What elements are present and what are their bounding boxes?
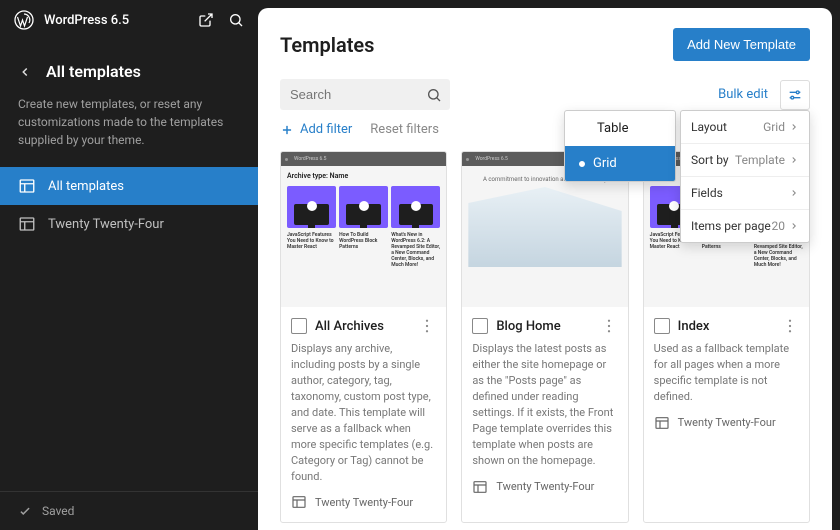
panel-row-layout[interactable]: Layout Grid bbox=[681, 111, 809, 144]
card-description: Used as a fallback template for all page… bbox=[644, 341, 809, 415]
sliders-icon bbox=[787, 87, 803, 103]
bulk-edit-button[interactable]: Bulk edit bbox=[718, 87, 768, 102]
plus-icon bbox=[280, 123, 294, 137]
card-checkbox[interactable] bbox=[291, 318, 307, 334]
template-card-all-archives[interactable]: WordPress 6.5 Archive type: Name JavaScr… bbox=[280, 151, 447, 523]
card-theme: Twenty Twenty-Four bbox=[462, 479, 627, 507]
main-panel: Templates Add New Template Bulk edit Add… bbox=[258, 8, 832, 530]
add-new-template-button[interactable]: Add New Template bbox=[673, 28, 810, 61]
layout-icon bbox=[18, 215, 36, 233]
reset-filters-button[interactable]: Reset filters bbox=[370, 122, 439, 137]
nav-label: Twenty Twenty-Four bbox=[48, 217, 164, 232]
more-menu-icon[interactable] bbox=[418, 317, 436, 335]
template-card-blog-home[interactable]: WordPress 6.5 A commitment to innovation… bbox=[461, 151, 628, 523]
view-options-button[interactable] bbox=[780, 80, 810, 110]
card-title: Blog Home bbox=[496, 319, 591, 334]
sidebar: WordPress 6.5 All templates Create new t… bbox=[0, 0, 258, 530]
nav-label: All templates bbox=[48, 179, 124, 194]
panel-row-sort-by[interactable]: Sort by Template bbox=[681, 144, 809, 177]
panel-row-items-per-page[interactable]: Items per page 20 bbox=[681, 210, 809, 242]
page-title: Templates bbox=[280, 33, 374, 57]
card-title: Index bbox=[678, 319, 773, 334]
chevron-right-icon bbox=[789, 122, 799, 132]
card-preview: WordPress 6.5 Archive type: Name JavaScr… bbox=[281, 152, 446, 307]
bulk-edit-label: Bulk edit bbox=[718, 87, 768, 102]
back-chevron-icon[interactable] bbox=[18, 65, 32, 79]
card-checkbox[interactable] bbox=[654, 318, 670, 334]
layout-icon bbox=[18, 177, 36, 195]
sidebar-item-all-templates[interactable]: All templates bbox=[0, 167, 258, 205]
external-link-icon[interactable] bbox=[198, 12, 214, 28]
layout-icon bbox=[291, 494, 307, 510]
view-options-panel: Layout Grid Sort by Template Fields Item… bbox=[680, 110, 810, 243]
dropdown-option-grid[interactable]: Grid bbox=[565, 146, 675, 181]
search-input[interactable] bbox=[280, 79, 450, 110]
toolbar: Bulk edit bbox=[280, 79, 810, 110]
check-icon bbox=[18, 504, 32, 518]
card-theme: Twenty Twenty-Four bbox=[644, 415, 809, 443]
card-theme: Twenty Twenty-Four bbox=[281, 494, 446, 522]
panel-row-fields[interactable]: Fields bbox=[681, 177, 809, 210]
layout-icon bbox=[654, 415, 670, 431]
sidebar-item-twenty-twenty-four[interactable]: Twenty Twenty-Four bbox=[0, 205, 258, 243]
section-title: All templates bbox=[46, 62, 141, 81]
sidebar-description: Create new templates, or reset any custo… bbox=[0, 95, 258, 167]
card-description: Displays the latest posts as either the … bbox=[462, 341, 627, 479]
add-filter-label: Add filter bbox=[300, 122, 352, 137]
search-icon[interactable] bbox=[228, 12, 244, 28]
card-description: Displays any archive, including posts by… bbox=[281, 341, 446, 494]
chevron-right-icon bbox=[789, 155, 799, 165]
card-checkbox[interactable] bbox=[472, 318, 488, 334]
search-icon bbox=[426, 87, 442, 103]
app-top-bar: WordPress 6.5 bbox=[0, 0, 258, 40]
more-menu-icon[interactable] bbox=[600, 317, 618, 335]
add-filter-button[interactable]: Add filter bbox=[280, 122, 352, 137]
wordpress-logo-icon bbox=[14, 10, 34, 30]
search-field[interactable] bbox=[280, 79, 450, 110]
section-header: All templates bbox=[0, 40, 258, 95]
chevron-right-icon bbox=[789, 221, 799, 231]
layout-icon bbox=[472, 479, 488, 495]
page-header: Templates Add New Template bbox=[280, 28, 810, 61]
app-title: WordPress 6.5 bbox=[44, 13, 188, 28]
saved-label: Saved bbox=[42, 504, 74, 518]
saved-status: Saved bbox=[0, 491, 258, 530]
more-menu-icon[interactable] bbox=[781, 317, 799, 335]
chevron-right-icon bbox=[789, 188, 799, 198]
card-title: All Archives bbox=[315, 319, 410, 334]
dropdown-option-table[interactable]: Table bbox=[565, 111, 675, 146]
layout-dropdown: Table Grid bbox=[564, 110, 676, 182]
